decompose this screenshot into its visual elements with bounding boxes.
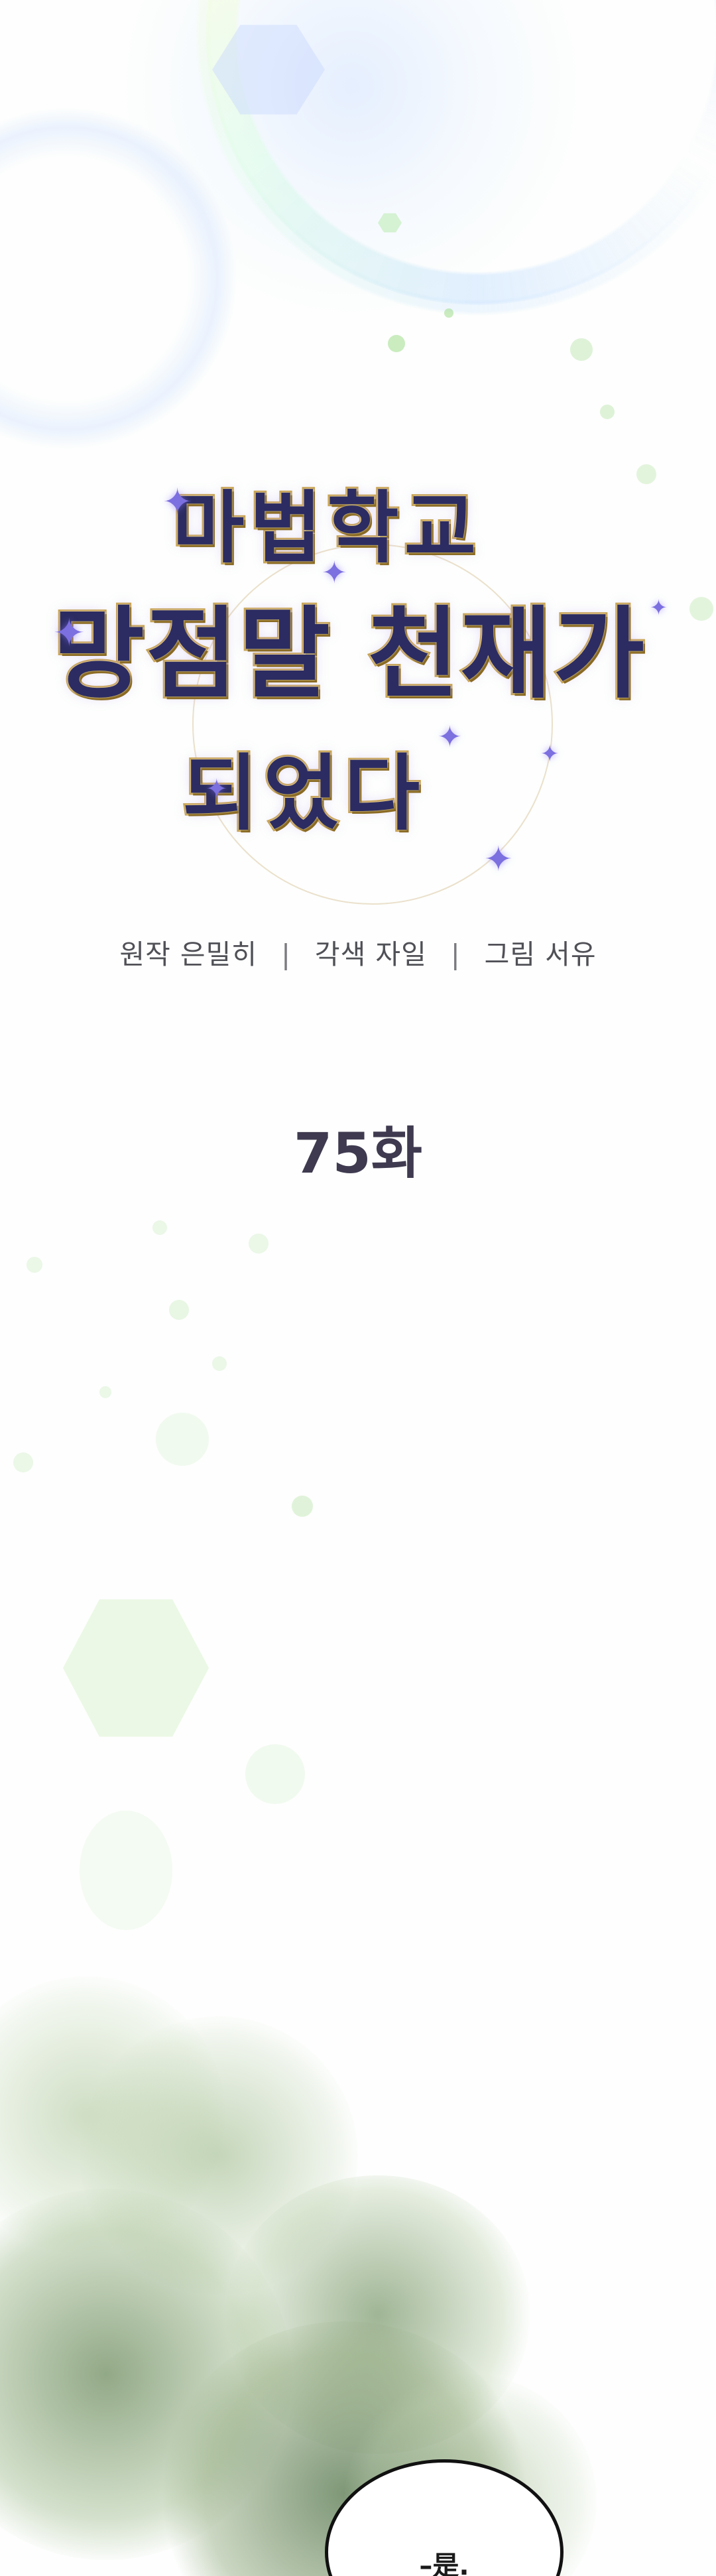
sparkle-icon: ✦ xyxy=(484,840,513,879)
bokeh-particle xyxy=(80,1811,172,1930)
speech-bubble-text: –是. xyxy=(419,2551,469,2576)
credit-original-author: 원작 은밀히 xyxy=(119,938,258,970)
bokeh-particle xyxy=(169,1300,189,1320)
bokeh-particle xyxy=(99,1386,111,1398)
webtoon-page: 마법학교 망점말 천재가 되었다 ✦ ✦ ✦ ✦ ✦ ✦ ✦ ✦ 원작 은밀히 |… xyxy=(0,0,716,2576)
bokeh-particle xyxy=(152,1220,167,1235)
bokeh-particle xyxy=(27,1257,42,1273)
sparkle-icon: ✦ xyxy=(540,741,560,767)
sparkle-icon: ✦ xyxy=(438,720,462,754)
light-particle xyxy=(388,335,405,352)
light-particle xyxy=(570,338,593,361)
series-title-logo: 마법학교 망점말 천재가 되었다 ✦ ✦ ✦ ✦ ✦ ✦ ✦ ✦ xyxy=(40,464,676,905)
credit-adaptation: 각색 자일 xyxy=(314,938,427,970)
sparkle-icon: ✦ xyxy=(206,774,228,805)
light-particle xyxy=(689,597,713,621)
bokeh-particle xyxy=(13,1452,33,1472)
bokeh-particle xyxy=(156,1413,209,1466)
tree-foliage-illustration xyxy=(0,1976,676,2576)
bokeh-particle xyxy=(245,1744,305,1804)
bokeh-particle xyxy=(212,1356,227,1371)
sparkle-icon: ✦ xyxy=(322,554,347,590)
title-line-2: 망점말 천재가 xyxy=(51,594,646,714)
sparkle-icon: ✦ xyxy=(162,481,193,523)
bokeh-particle xyxy=(292,1496,313,1517)
bokeh-particle xyxy=(249,1234,268,1254)
episode-number: 75화 xyxy=(293,1121,423,1186)
light-particle xyxy=(444,308,453,318)
credits-line: 원작 은밀히 | 각색 자일 | 그림 서유 xyxy=(0,932,716,972)
bokeh-hexagon xyxy=(63,1599,209,1737)
sparkle-icon: ✦ xyxy=(53,610,86,655)
credit-separator: | xyxy=(450,938,461,970)
credit-art: 그림 서유 xyxy=(484,938,597,970)
sparkle-icon: ✦ xyxy=(650,595,668,620)
credit-separator: | xyxy=(281,938,291,970)
light-particle xyxy=(600,405,615,419)
